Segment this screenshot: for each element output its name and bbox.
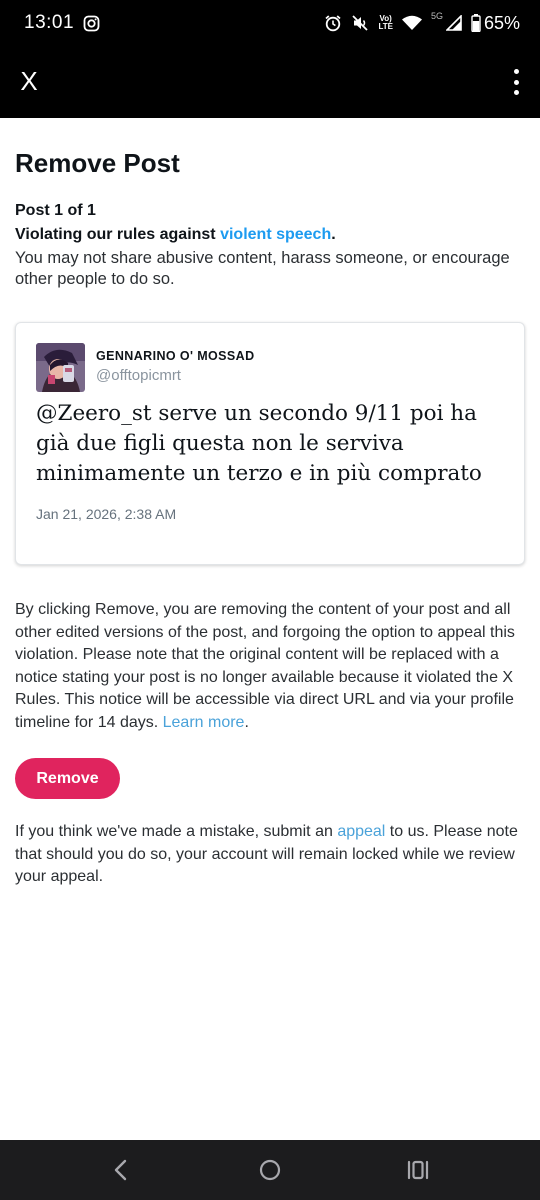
volte-label-bottom: LTE [378, 22, 393, 31]
home-icon[interactable] [254, 1154, 286, 1186]
page-title: Remove Post [15, 148, 180, 178]
post-card: GENNARINO O' MOSSAD @offtopicmrt @Zeero_… [15, 322, 525, 565]
kebab-dot [513, 79, 519, 85]
removal-notice-text: By clicking Remove, you are removing the… [15, 601, 515, 731]
recents-icon[interactable] [402, 1154, 434, 1186]
app-bar: X [0, 46, 540, 118]
more-options-icon[interactable] [512, 69, 520, 95]
rule-description: You may not share abusive content, haras… [15, 249, 510, 288]
post-author-name: GENNARINO O' MOSSAD [96, 349, 255, 363]
post-text: @Zeero_st serve un secondo 9/11 poi ha g… [36, 401, 482, 486]
close-button[interactable]: X [18, 68, 40, 94]
appeal-notice: If you think we've made a mistake, submi… [15, 821, 530, 889]
post-timestamp: Jan 21, 2026, 2:38 AM [36, 506, 177, 522]
instagram-icon [83, 15, 100, 32]
violation-heading: Violating our rules against violent spee… [15, 226, 336, 244]
post-author-handle: @offtopicmrt [96, 367, 181, 384]
avatar[interactable] [36, 343, 85, 392]
violent-speech-link[interactable]: violent speech [220, 226, 331, 243]
learn-more-link[interactable]: Learn more [163, 714, 245, 731]
signal-type-label: 5G [430, 11, 443, 21]
volte-icon: Vo) LTE [378, 15, 393, 31]
kebab-dot [513, 90, 519, 95]
remove-button[interactable]: Remove [15, 758, 120, 799]
battery-percent: 65% [483, 12, 520, 33]
status-bar: 13:01 Vo) LTE 5G 65% [0, 0, 540, 46]
appeal-prefix: If you think we've made a mistake, submi… [15, 823, 338, 840]
mute-icon [351, 14, 369, 32]
removal-notice: By clicking Remove, you are removing the… [15, 599, 530, 734]
main-content: Remove Post Post 1 of 1 Violating our ru… [0, 118, 540, 1140]
violation-prefix: Violating our rules against [15, 226, 221, 243]
battery-icon [471, 14, 481, 32]
kebab-dot [513, 69, 519, 74]
status-time: 13:01 [24, 12, 75, 33]
signal-icon [445, 15, 462, 31]
back-icon[interactable] [105, 1154, 137, 1186]
appeal-link[interactable]: appeal [337, 823, 385, 840]
removal-notice-end: . [244, 713, 249, 731]
wifi-icon [401, 15, 422, 31]
post-count: Post 1 of 1 [15, 202, 96, 219]
violation-suffix: . [331, 226, 336, 243]
system-nav-bar [0, 1140, 540, 1200]
alarm-icon [324, 14, 342, 32]
